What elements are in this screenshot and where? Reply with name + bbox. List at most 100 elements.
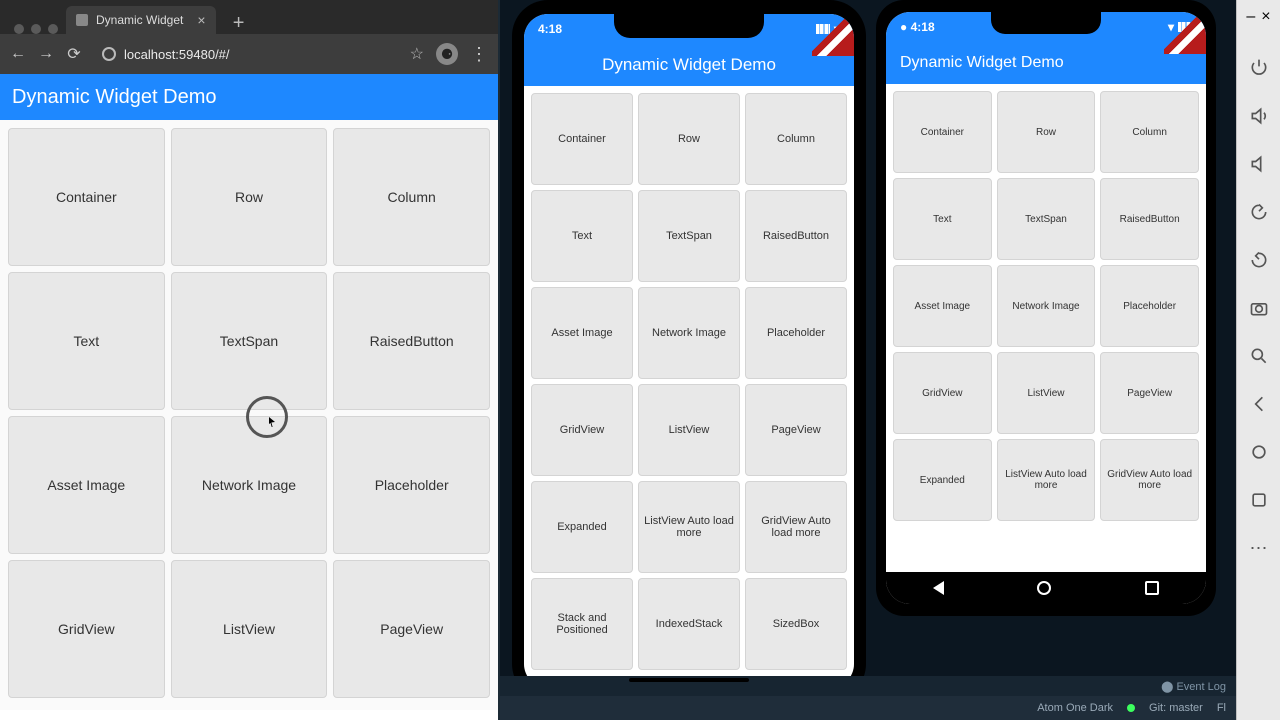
ide-theme-label[interactable]: Atom One Dark [1037,702,1113,714]
nav-forward-icon[interactable]: → [38,46,54,62]
ios-home-indicator[interactable] [629,678,749,682]
window-close-dot[interactable] [14,24,24,34]
window-max-dot[interactable] [48,24,58,34]
status-time: ● 4:18 [900,20,935,34]
widget-cell-sizedbox[interactable]: SizedBox [745,578,847,670]
browser-tab-strip: Dynamic Widget × + [0,0,498,34]
back-icon[interactable] [1245,390,1273,418]
browser-viewport: Dynamic Widget Demo ContainerRowColumnTe… [0,74,498,710]
widget-cell-placeholder[interactable]: Placeholder [333,416,490,554]
overview-icon[interactable] [1245,486,1273,514]
window-traffic-lights[interactable] [14,14,58,34]
panel-close-icon[interactable]: × [1261,8,1270,26]
widget-cell-stack-and-positioned[interactable]: Stack and Positioned [531,578,633,670]
widget-cell-expanded[interactable]: Expanded [893,439,992,521]
widget-cell-placeholder[interactable]: Placeholder [1100,265,1199,347]
status-led [1127,704,1135,712]
nav-reload-icon[interactable]: ⟳ [66,46,82,62]
widget-cell-raisedbutton[interactable]: RaisedButton [1100,178,1199,260]
widget-cell-pageview[interactable]: PageView [1100,352,1199,434]
widget-cell-column[interactable]: Column [745,93,847,185]
widget-cell-network-image[interactable]: Network Image [171,416,328,554]
volume-up-icon[interactable] [1245,102,1273,130]
volume-down-icon[interactable] [1245,150,1273,178]
widget-cell-pageview[interactable]: PageView [333,560,490,698]
widget-cell-listview[interactable]: ListView [171,560,328,698]
widget-cell-gridview[interactable]: GridView [893,352,992,434]
widget-cell-pageview[interactable]: PageView [745,384,847,476]
widget-cell-row[interactable]: Row [997,91,1096,173]
widget-cell-raisedbutton[interactable]: RaisedButton [745,190,847,282]
widget-cell-expanded[interactable]: Expanded [531,481,633,573]
widget-cell-placeholder[interactable]: Placeholder [745,287,847,379]
widget-cell-container[interactable]: Container [893,91,992,173]
widget-cell-gridview[interactable]: GridView [531,384,633,476]
rotate-left-icon[interactable] [1245,198,1273,226]
tab-close-icon[interactable]: × [197,12,205,28]
widget-cell-network-image[interactable]: Network Image [638,287,740,379]
widget-cell-column[interactable]: Column [1100,91,1199,173]
android-notch [991,12,1101,34]
widget-cell-gridview-auto-load-more[interactable]: GridView Auto load more [1100,439,1199,521]
app-bar: Dynamic Widget Demo [886,42,1206,84]
widget-cell-container[interactable]: Container [531,93,633,185]
chrome-browser-window: Dynamic Widget × + ← → ⟳ localhost:59480… [0,0,500,720]
bookmark-star-icon[interactable]: ☆ [410,44,424,64]
widget-cell-asset-image[interactable]: Asset Image [8,416,165,554]
new-tab-button[interactable]: + [228,12,250,34]
widget-cell-raisedbutton[interactable]: RaisedButton [333,272,490,410]
more-icon[interactable]: ⋯ [1245,534,1273,562]
address-bar[interactable]: localhost:59480/#/ [94,40,398,68]
window-min-dot[interactable] [31,24,41,34]
widget-cell-container[interactable]: Container [8,128,165,266]
url-text: localhost:59480/#/ [124,47,230,62]
power-icon[interactable] [1245,54,1273,82]
git-branch-label[interactable]: Git: master [1149,702,1203,714]
nav-back-icon[interactable]: ← [10,46,26,62]
widget-cell-text[interactable]: Text [8,272,165,410]
flutter-label[interactable]: Fl [1217,702,1226,714]
camera-icon[interactable] [1245,294,1273,322]
ios-notch [614,14,764,38]
widget-grid: ContainerRowColumn TextTextSpanRaisedButt… [524,86,854,677]
widget-cell-row[interactable]: Row [638,93,740,185]
site-info-icon[interactable] [102,47,116,61]
widget-cell-text[interactable]: Text [893,178,992,260]
widget-cell-listview[interactable]: ListView [997,352,1096,434]
android-back-button[interactable] [933,581,944,595]
browser-toolbar: ← → ⟳ localhost:59480/#/ ☆ ⚈ ⋮ [0,34,498,74]
browser-tab[interactable]: Dynamic Widget × [66,6,216,34]
event-log-link[interactable]: ⬤ Event Log [1161,680,1226,693]
android-home-button[interactable] [1037,581,1051,595]
zoom-icon[interactable] [1245,342,1273,370]
widget-cell-asset-image[interactable]: Asset Image [531,287,633,379]
panel-window-controls[interactable]: – × [1246,8,1270,26]
widget-cell-listview-auto-load-more[interactable]: ListView Auto load more [997,439,1096,521]
widget-cell-textspan[interactable]: TextSpan [997,178,1096,260]
browser-menu-icon[interactable]: ⋮ [470,44,488,65]
widget-cell-text[interactable]: Text [531,190,633,282]
widget-cell-gridview[interactable]: GridView [8,560,165,698]
android-emulator-frame: ● 4:18 ▾ Dynamic Widget Demo ContainerRo… [876,0,1216,616]
android-screen: ● 4:18 ▾ Dynamic Widget Demo ContainerRo… [886,12,1206,604]
panel-min-icon[interactable]: – [1246,8,1255,26]
widget-cell-gridview-auto-load-more[interactable]: GridView Auto load more [745,481,847,573]
widget-cell-row[interactable]: Row [171,128,328,266]
widget-cell-column[interactable]: Column [333,128,490,266]
ide-status-secondary: ⬤ Event Log [500,676,1236,696]
android-recent-button[interactable] [1145,581,1159,595]
widget-cell-network-image[interactable]: Network Image [997,265,1096,347]
app-bar-title: Dynamic Widget Demo [900,54,1064,72]
profile-avatar[interactable]: ⚈ [436,43,458,65]
widget-cell-listview-auto-load-more[interactable]: ListView Auto load more [638,481,740,573]
widget-cell-asset-image[interactable]: Asset Image [893,265,992,347]
widget-grid: ContainerRowColumn TextTextSpanRaisedButt… [886,84,1206,528]
android-nav-bar [886,572,1206,604]
widget-cell-listview[interactable]: ListView [638,384,740,476]
home-icon[interactable] [1245,438,1273,466]
rotate-right-icon[interactable] [1245,246,1273,274]
widget-cell-textspan[interactable]: TextSpan [638,190,740,282]
ios-simulator-frame: 4:18 ▾ Dynamic Widget Demo ContainerRowC… [512,0,866,700]
widget-cell-textspan[interactable]: TextSpan [171,272,328,410]
widget-cell-indexedstack[interactable]: IndexedStack [638,578,740,670]
